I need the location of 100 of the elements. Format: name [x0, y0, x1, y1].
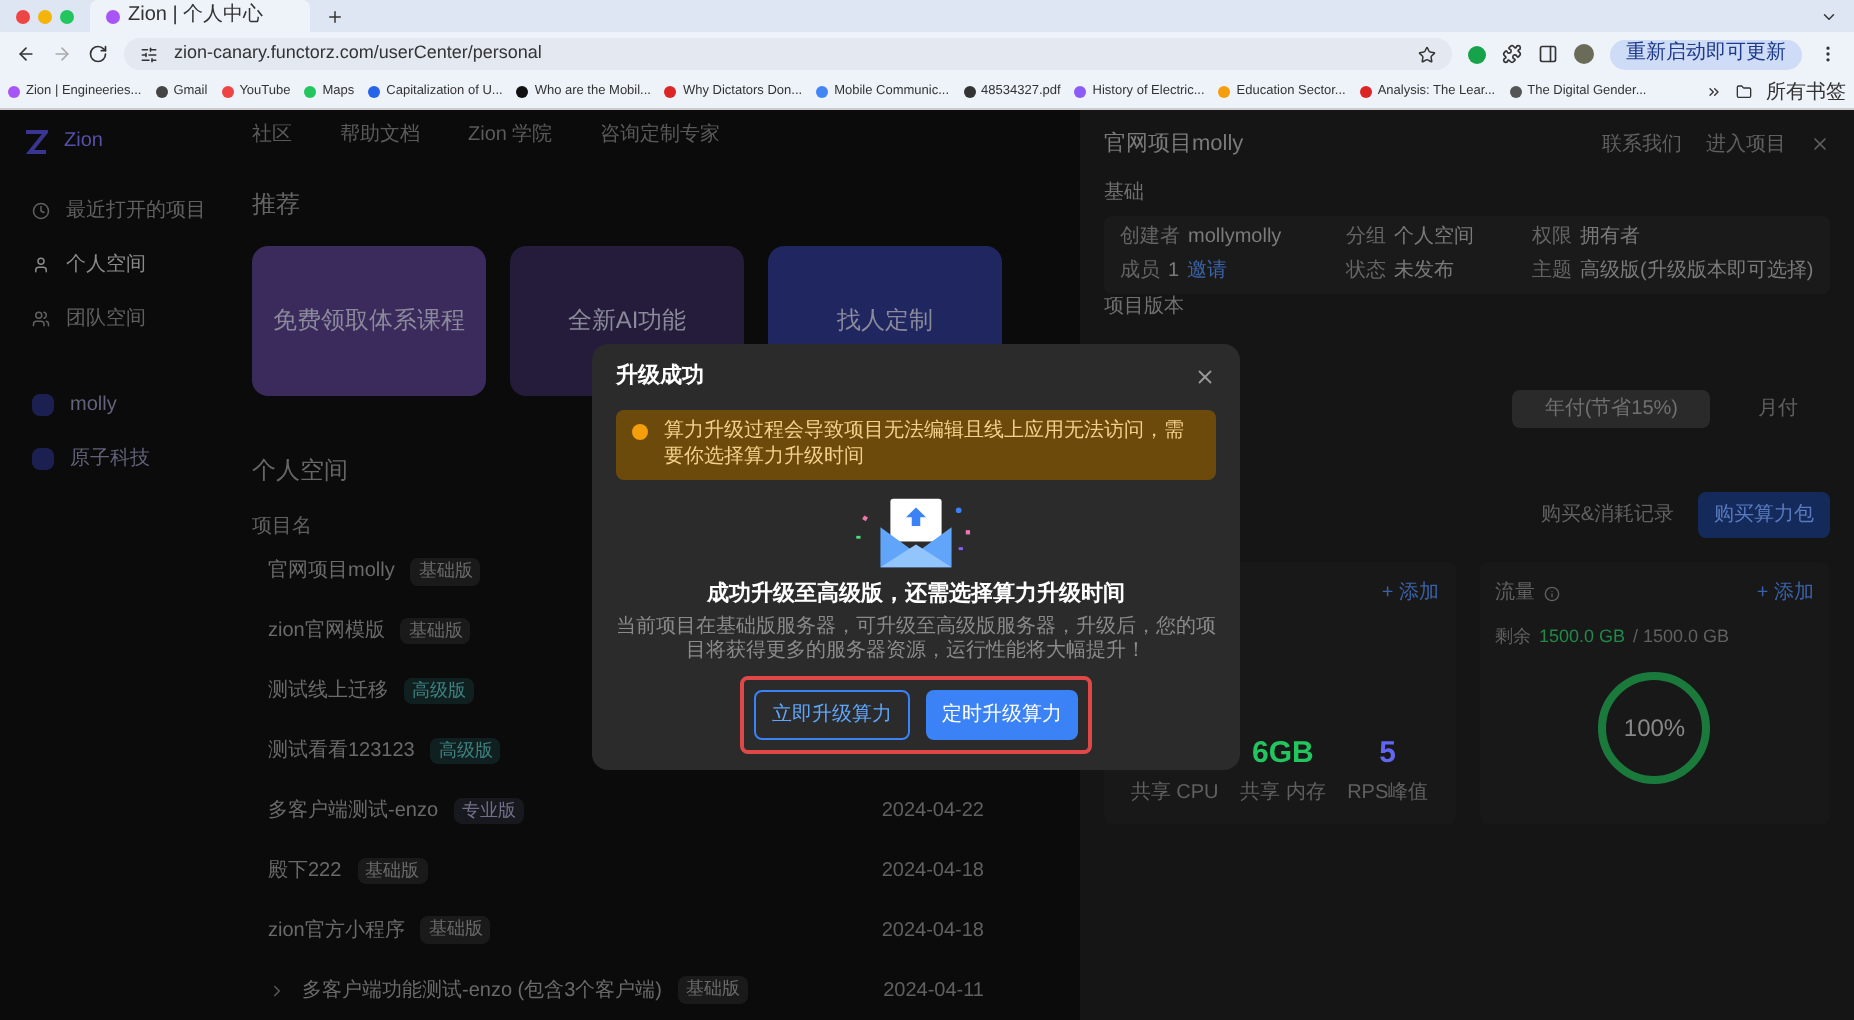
info-label: 状态: [1346, 259, 1386, 284]
info-value: 拥有者: [1580, 226, 1640, 251]
upgrade-button[interactable]: 定时升级算力: [926, 689, 1078, 739]
expand-icon[interactable]: [268, 981, 286, 1000]
project-name[interactable]: zion官方小程序: [268, 915, 405, 946]
browser-tab[interactable]: Zion | 个人中心: [90, 0, 310, 32]
close-icon[interactable]: [1810, 134, 1830, 154]
address-bar[interactable]: zion-canary.functorz.com/userCenter/personal: [124, 38, 1452, 70]
version-badge: 基础版: [357, 857, 428, 885]
stat-label: RPS峰值: [1347, 779, 1429, 807]
header-link[interactable]: 进入项目: [1706, 129, 1786, 159]
date-text: 2024-04-22: [881, 797, 984, 826]
logo-text: Zion: [64, 128, 103, 156]
project-name[interactable]: 多客户端功能测试-enzo (包含3个客户端): [302, 975, 663, 1006]
extension-icon[interactable]: [1468, 45, 1486, 63]
version-badge: 高级版: [404, 677, 474, 705]
remain-label: 剩余: [1495, 624, 1531, 650]
add-link[interactable]: + 添加: [1381, 578, 1439, 608]
info-label: 分组: [1346, 226, 1386, 251]
clock-icon: [32, 202, 50, 220]
team-space-item[interactable]: 原子科技: [70, 444, 150, 474]
column-header: 项目名: [252, 513, 312, 542]
info-label: 主题: [1532, 259, 1572, 284]
puzzle-icon[interactable]: [1502, 44, 1522, 64]
version-badge: 基础版: [410, 558, 481, 586]
info-value: 1: [1168, 259, 1180, 284]
top-nav-link[interactable]: 咨询定制专家: [600, 120, 721, 151]
upgrade-button[interactable]: 立即升级算力: [754, 689, 910, 739]
update-button[interactable]: 重新启动即可更新: [1610, 39, 1802, 69]
logo-mark-icon: [24, 129, 48, 153]
space-avatar-icon: [32, 448, 54, 470]
new-tab-icon[interactable]: [326, 7, 344, 25]
project-name[interactable]: 测试看看123123: [268, 736, 415, 767]
billing-tab[interactable]: 月付: [1726, 390, 1830, 428]
add-link[interactable]: + 添加: [1756, 578, 1814, 608]
project-name[interactable]: 多客户端测试-enzo: [268, 795, 439, 826]
invite-link[interactable]: 邀请: [1187, 259, 1228, 284]
section-title: 基础: [1104, 179, 1146, 208]
stat-value: 6GB: [1252, 734, 1314, 774]
avatar-icon[interactable]: [1574, 44, 1594, 64]
top-nav-link[interactable]: Zion 学院: [468, 120, 553, 151]
info-value: 高级版(升级版本即可选择): [1580, 259, 1814, 284]
records-link[interactable]: 购买&消耗记录: [1540, 500, 1674, 530]
folder-icon: [1736, 84, 1752, 100]
top-nav-link[interactable]: 帮助文档: [340, 120, 420, 151]
stat-label: 共享 CPU: [1130, 779, 1219, 807]
info-value: mollymolly: [1188, 226, 1282, 251]
star-icon[interactable]: [1418, 45, 1436, 63]
close-icon[interactable]: [1194, 365, 1216, 388]
project-name[interactable]: 测试线上迁移: [268, 676, 388, 707]
buy-button[interactable]: 购买算力包: [1698, 492, 1830, 538]
remain-amount: 1500.0 GB: [1539, 624, 1626, 650]
header-link[interactable]: 联系我们: [1602, 129, 1682, 159]
sidebar-item[interactable]: 最近打开的项目: [24, 196, 216, 226]
window-controls-icon[interactable]: [16, 9, 74, 23]
info-label: 创建者: [1120, 226, 1180, 251]
project-name[interactable]: 官网项目molly: [268, 556, 395, 587]
top-nav-link[interactable]: 社区: [252, 120, 292, 151]
team-space-item[interactable]: molly: [70, 390, 117, 420]
drawer-title: 官网项目molly: [1104, 129, 1244, 160]
sidebar-item[interactable]: 个人空间: [24, 250, 216, 280]
date-text: 2024-04-18: [881, 917, 984, 946]
version-badge: 基础版: [678, 976, 749, 1004]
version-badge: 基础版: [420, 916, 491, 944]
info-label: 成员: [1120, 259, 1160, 284]
sidebar-item[interactable]: 团队空间: [24, 304, 216, 334]
reload-icon[interactable]: [88, 44, 108, 64]
dialog-heading: 成功升级至高级版，还需选择算力升级时间: [707, 579, 1125, 610]
warning-text: 算力升级过程会导致项目无法编辑且线上应用无法访问，需要你选择算力升级时间: [664, 417, 1186, 472]
dialog-description: 当前项目在基础版服务器，可升级至高级版服务器，升级后，您的项目将获得更多的服务器资源，运行性能将大幅提升！: [616, 615, 1216, 665]
version-badge: 高级版: [430, 737, 501, 765]
project-name[interactable]: 殿下222: [268, 855, 342, 886]
version-badge: 专业版: [454, 797, 525, 825]
promo-card[interactable]: 免费领取体系课程: [252, 245, 486, 396]
section-title: 个人空间: [252, 453, 348, 488]
section-title: 项目版本: [1104, 298, 1186, 318]
date-text: 2024-04-11: [883, 977, 984, 1006]
total-amount: / 1500.0 GB: [1633, 624, 1730, 650]
info-value: 个人空间: [1394, 226, 1474, 251]
stat-value: 5: [1379, 734, 1397, 774]
info-icon[interactable]: [1543, 585, 1559, 601]
space-avatar-icon: [32, 394, 54, 416]
stat-label: 共享 内存: [1240, 779, 1326, 807]
usage-ring: [1594, 667, 1715, 787]
billing-tab[interactable]: 年付(节省15%): [1512, 390, 1710, 428]
all-bookmarks-link[interactable]: 所有书签: [1766, 77, 1846, 107]
version-badge: 基础版: [400, 617, 471, 645]
user-icon: [32, 256, 50, 274]
percent-text: 100%: [1623, 715, 1686, 739]
card-title: 流量: [1495, 579, 1535, 608]
side-panel-icon[interactable]: [1538, 44, 1558, 64]
info-value: 未发布: [1394, 259, 1454, 284]
back-icon[interactable]: [16, 44, 36, 64]
site-settings-icon[interactable]: [140, 45, 158, 63]
section-title: 推荐: [252, 187, 300, 222]
project-name[interactable]: zion官网模版: [268, 616, 385, 647]
info-label: 权限: [1532, 226, 1572, 251]
date-text: 2024-04-18: [881, 857, 984, 886]
users-icon: [32, 310, 50, 328]
more-bookmarks-icon[interactable]: [1706, 84, 1722, 100]
